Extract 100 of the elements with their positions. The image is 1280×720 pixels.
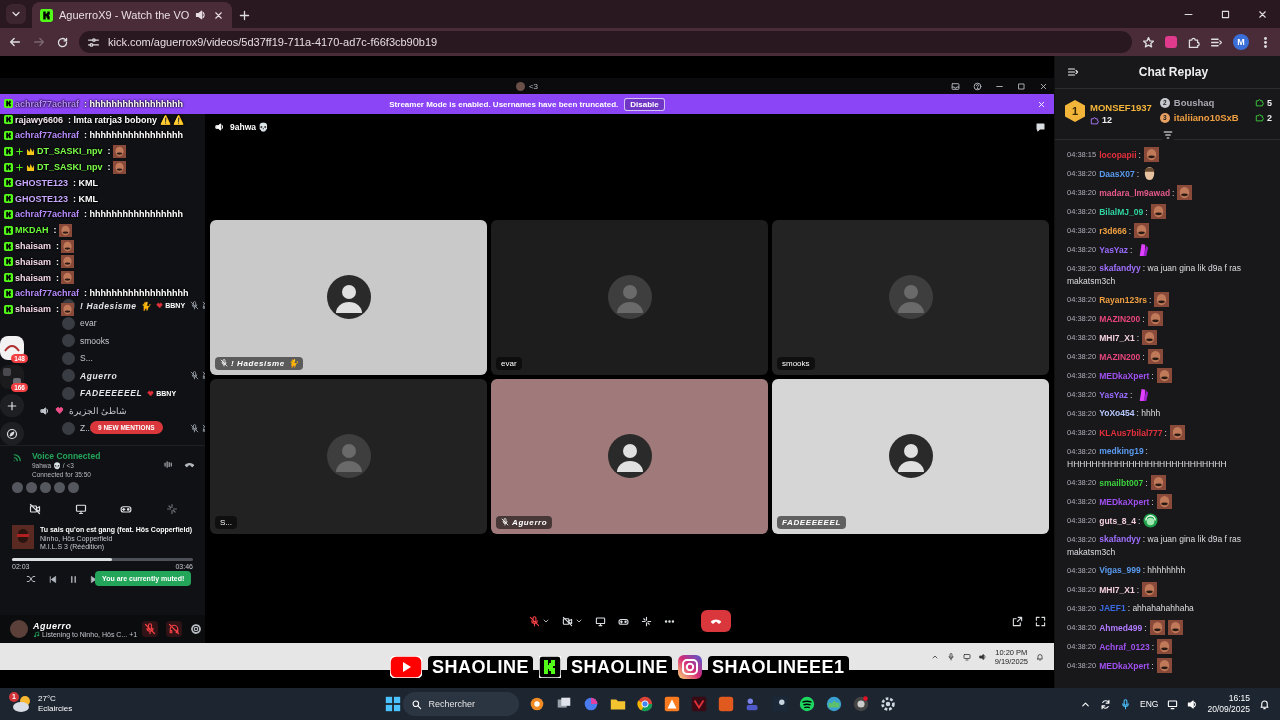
extension-icon[interactable] — [1165, 36, 1177, 48]
noise-icon[interactable] — [163, 459, 174, 470]
chat-username[interactable]: Achraf_0123 — [1099, 640, 1150, 653]
new-tab-icon[interactable] — [238, 9, 252, 22]
chat-username[interactable]: smailbt007 — [1099, 476, 1144, 489]
chevron-down-icon[interactable] — [574, 617, 583, 625]
microphone-icon[interactable] — [528, 615, 540, 627]
chat-username[interactable]: MEDkaXpert — [1099, 369, 1150, 382]
search-field[interactable]: Rechercher — [402, 692, 519, 716]
chat-icon[interactable] — [1035, 121, 1046, 133]
chat-username[interactable]: MEDkaXpert — [1099, 659, 1150, 672]
screen-share-icon[interactable] — [594, 615, 606, 627]
chat-username[interactable]: Ahmed499 — [1099, 621, 1143, 634]
chat-username: DT_SASKI_npv — [37, 162, 103, 173]
chat-username[interactable]: guts_8_4 — [1099, 514, 1137, 527]
gear-icon[interactable] — [878, 695, 897, 713]
chat-username[interactable]: YasYaz — [1099, 388, 1129, 401]
chat-username[interactable]: YasYaz — [1099, 243, 1129, 256]
star-icon[interactable] — [1142, 35, 1155, 49]
settings-icon[interactable] — [190, 623, 203, 635]
notification-icon[interactable] — [1259, 698, 1270, 710]
chat-username: achraf77achraf — [15, 98, 80, 109]
camera-off-icon[interactable] — [28, 503, 41, 515]
start-icon[interactable] — [383, 695, 402, 713]
pause-icon[interactable] — [68, 574, 78, 584]
chevron-down-icon[interactable] — [541, 617, 550, 625]
browser-icon[interactable] — [635, 695, 654, 713]
member-name[interactable]: S... — [80, 353, 93, 364]
tab-list-button[interactable] — [6, 4, 26, 24]
weather-icon[interactable] — [12, 695, 32, 713]
camera-off-icon[interactable] — [561, 615, 573, 627]
close-icon[interactable] — [213, 9, 225, 21]
volume-icon[interactable] — [1187, 698, 1199, 710]
heart-icon — [156, 302, 164, 310]
member-name[interactable]: ! Hadesisme 🐈 — [80, 300, 152, 311]
headset-off-icon[interactable] — [166, 621, 183, 637]
chat-username[interactable]: MEDkaXpert — [1099, 495, 1150, 508]
shuffle-icon[interactable] — [25, 574, 36, 584]
fullscreen-icon[interactable] — [1035, 615, 1046, 627]
chat-username[interactable]: madara_lm9awad — [1099, 186, 1171, 199]
chat-username[interactable]: locopapii — [1099, 148, 1137, 161]
globe-icon[interactable] — [824, 695, 843, 713]
address-bar[interactable]: kick.com/aguerrox9/videos/5d37ff19-711a-4170-ad7c-f66f3cb90b19 — [79, 31, 1132, 53]
chat-username[interactable]: r3d666 — [1099, 224, 1127, 237]
back-icon[interactable] — [8, 35, 22, 49]
puzzle-icon[interactable] — [1187, 35, 1200, 49]
collapse-icon[interactable] — [1067, 66, 1079, 78]
progress-track[interactable] — [12, 558, 193, 561]
close-icon[interactable] — [1039, 81, 1048, 91]
chat-username[interactable]: KLAus7bilal777 — [1099, 426, 1163, 439]
popout-icon[interactable] — [1012, 615, 1023, 627]
screen-share-icon[interactable] — [74, 503, 87, 515]
member-name[interactable]: evar — [80, 318, 97, 329]
inbox-icon[interactable] — [951, 81, 960, 91]
mic-icon — [946, 652, 955, 661]
sync-icon[interactable] — [1100, 698, 1112, 710]
member-name[interactable]: smooks — [80, 335, 110, 346]
network-icon[interactable] — [1167, 698, 1179, 710]
mic-icon[interactable] — [1120, 698, 1132, 710]
maximize-icon[interactable] — [1220, 8, 1231, 20]
chat-username[interactable]: MAZIN200 — [1099, 350, 1141, 363]
chat-username: achraf77achraf — [15, 288, 80, 299]
chat-username[interactable]: MAZIN200 — [1099, 312, 1141, 325]
music-app-icon[interactable] — [797, 695, 816, 713]
reload-icon[interactable] — [56, 35, 69, 49]
site-settings-icon[interactable] — [87, 35, 100, 49]
channel-name[interactable]: شاطئ الجزيرة — [69, 405, 128, 416]
speaker-icon[interactable] — [40, 405, 50, 416]
participant-avatar — [54, 482, 65, 493]
chat-username[interactable]: Rayan123rs — [1099, 293, 1147, 306]
discover-button[interactable] — [0, 422, 24, 445]
clock-date[interactable]: 20/09/2025 — [1207, 704, 1250, 715]
server-icon[interactable] — [0, 336, 24, 360]
server-icon[interactable] — [0, 365, 24, 389]
hang-up-button[interactable] — [700, 610, 731, 632]
help-icon[interactable] — [973, 81, 982, 91]
maximize-icon[interactable] — [1017, 81, 1026, 91]
member-name[interactable]: FADEEEEEEL — [80, 388, 143, 399]
clock-time[interactable]: 16:15 — [1228, 693, 1250, 704]
chat-username[interactable]: MHI7_X1 — [1099, 583, 1135, 596]
chat-username[interactable]: BilalMJ_09 — [1099, 205, 1144, 218]
chat-message: : — [56, 256, 60, 267]
member-name[interactable]: Aguerro — [80, 370, 118, 381]
app-icon[interactable] — [851, 695, 870, 713]
message-text: : — [1136, 167, 1140, 180]
chat-username[interactable]: DaasX07 — [1099, 167, 1135, 180]
chat-username: rajawy6606 — [15, 114, 64, 125]
message-text: : — [1142, 350, 1145, 363]
app-icon[interactable] — [770, 695, 789, 713]
disable-button[interactable]: Disable — [624, 97, 665, 111]
mic-off-icon[interactable] — [142, 621, 159, 637]
chat-username[interactable]: MHI7_X1 — [1099, 331, 1135, 344]
profile-avatar[interactable]: M — [1233, 34, 1249, 50]
input-language[interactable]: ENG — [1140, 699, 1159, 709]
close-icon[interactable] — [1257, 8, 1268, 20]
add-server-button[interactable] — [0, 394, 24, 417]
gamepad-icon[interactable] — [120, 503, 133, 515]
previous-icon[interactable] — [47, 574, 57, 584]
message-text: : — [1151, 369, 1154, 382]
browser-tab[interactable]: AguerroX9 - Watch the VO — [32, 2, 233, 28]
